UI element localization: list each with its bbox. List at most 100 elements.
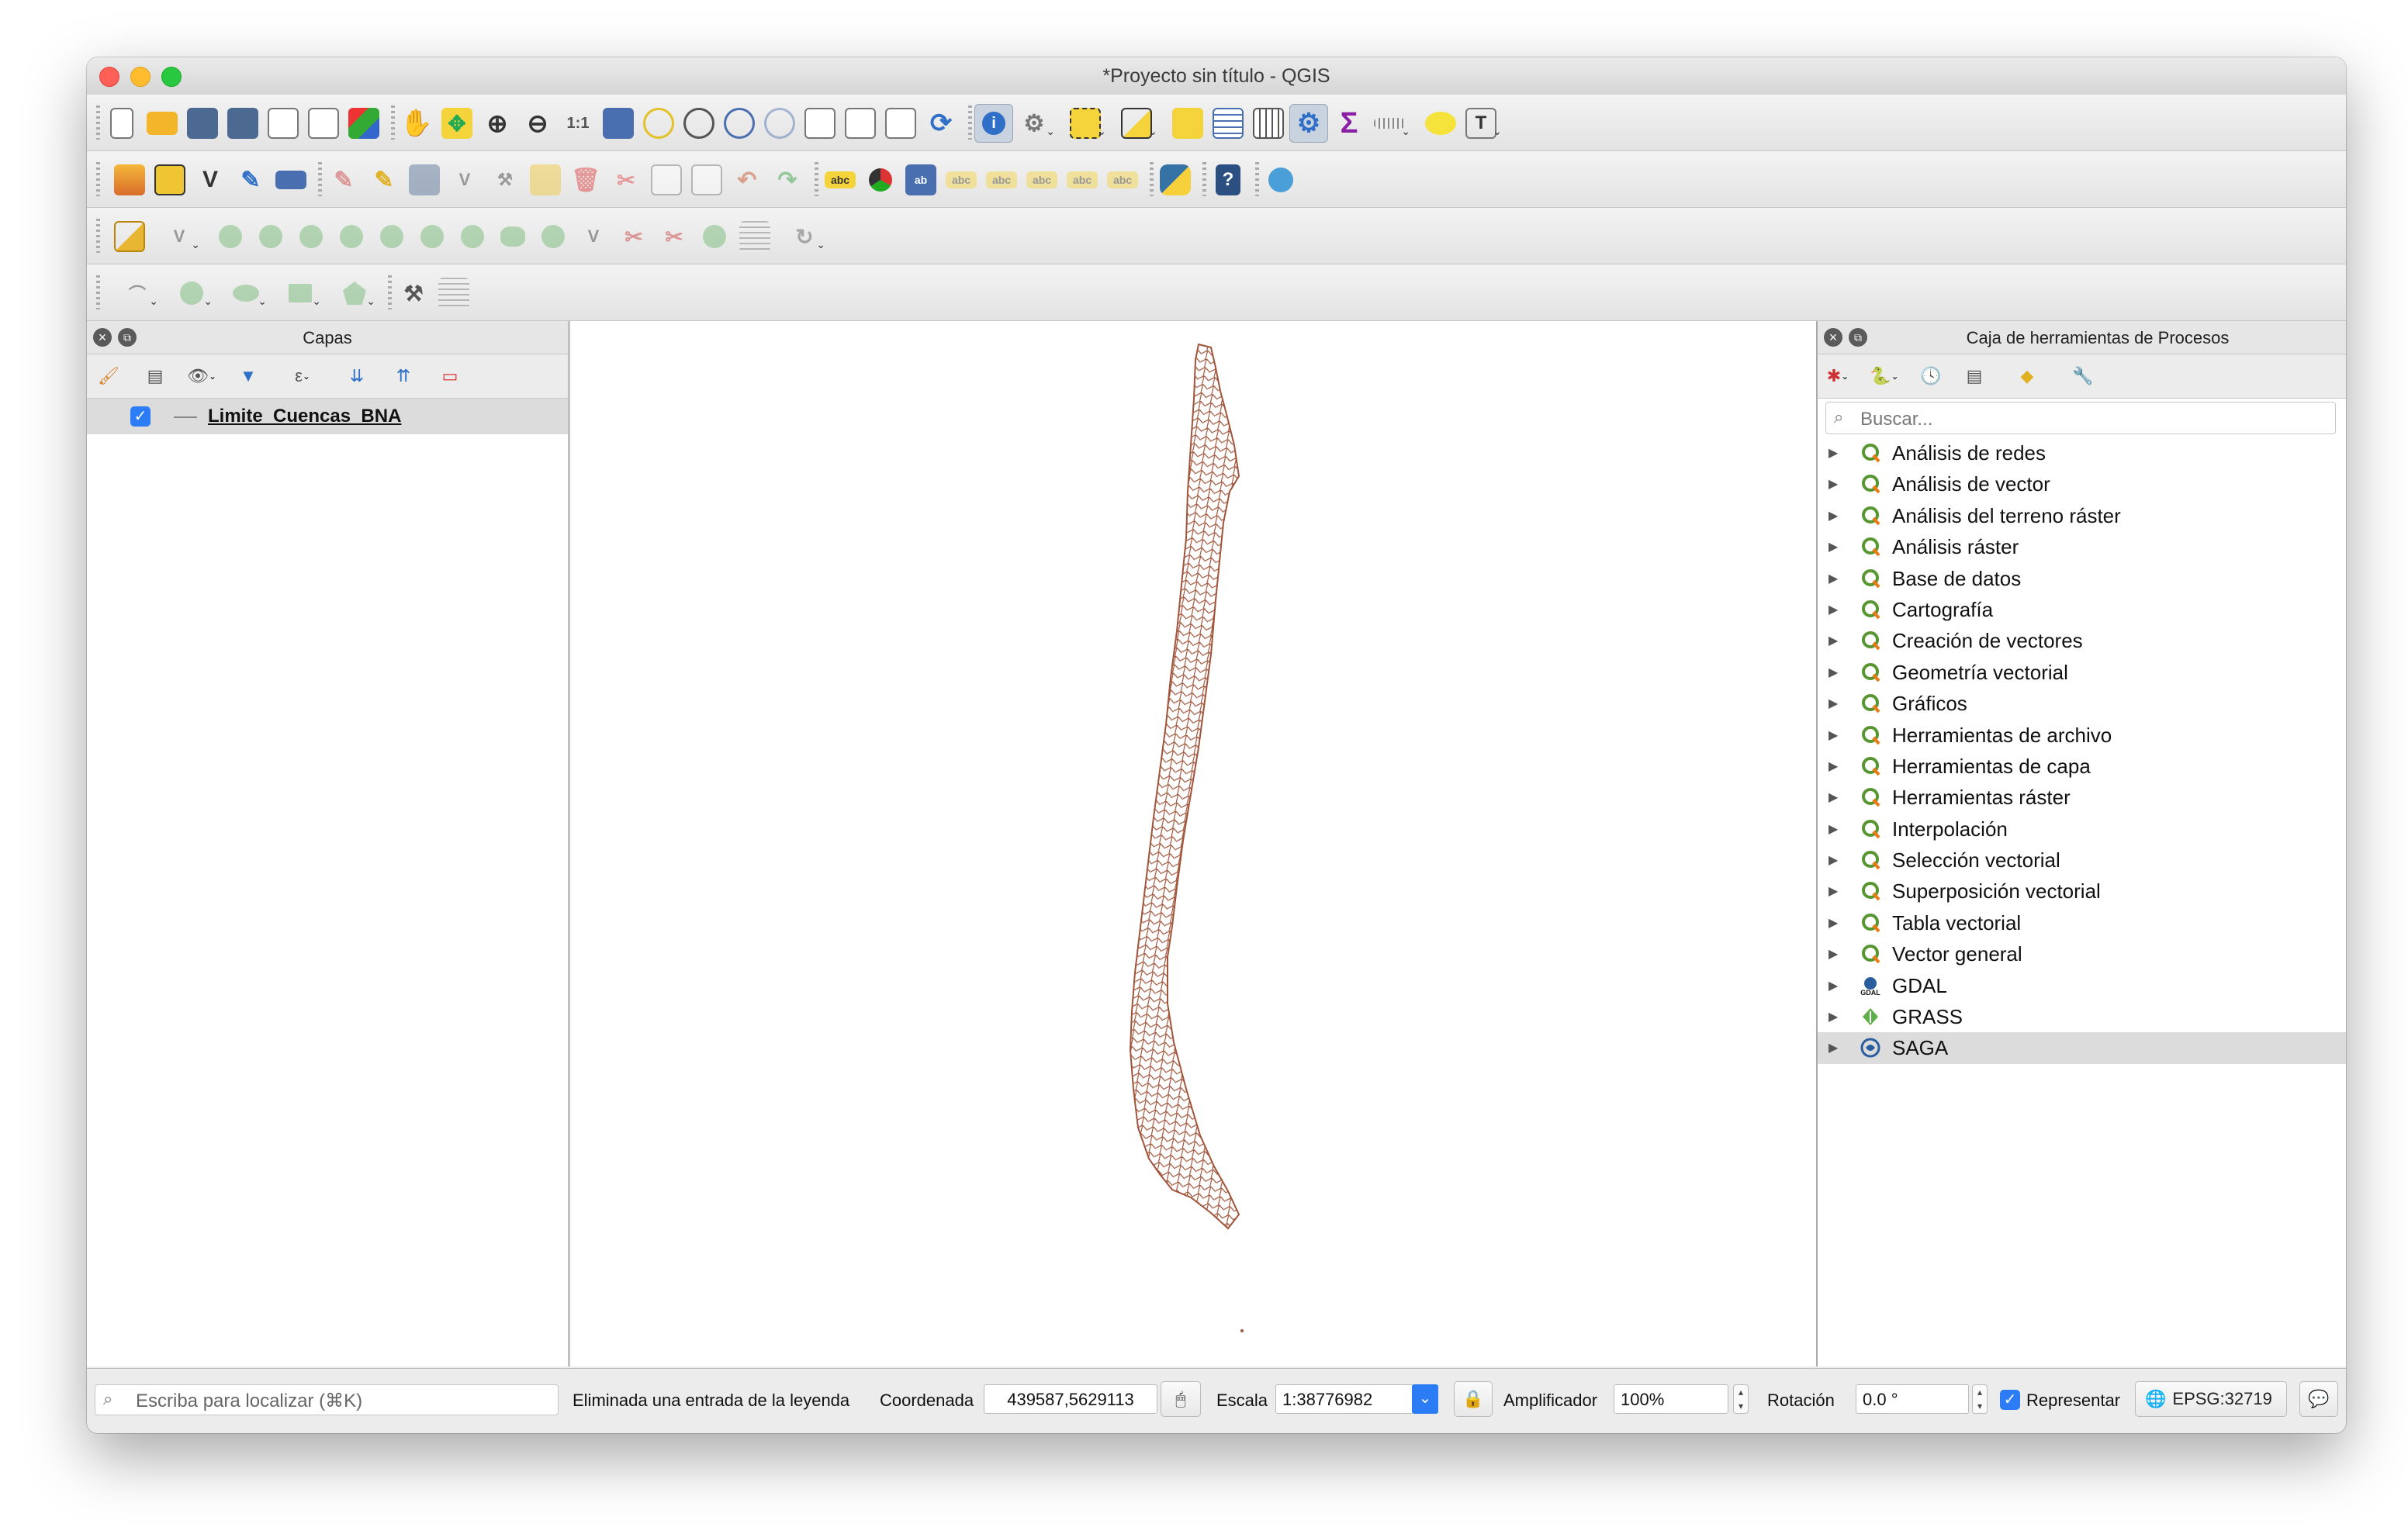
add-feature-button[interactable]: V (445, 161, 484, 199)
expand-arrow-icon[interactable]: ▶ (1828, 821, 1838, 837)
expand-arrow-icon[interactable]: ▶ (1828, 978, 1838, 993)
toolbox-group-item[interactable]: ▶ Herramientas de capa (1818, 751, 2346, 782)
pin-labels-button[interactable]: abc (942, 161, 981, 199)
rotation-spinner[interactable]: ▴ ▾ (1972, 1384, 1988, 1414)
toolbar-grip[interactable] (1150, 162, 1154, 196)
manage-visibility-icon[interactable]: 👁 ⌄ (187, 362, 216, 390)
identify-features-button[interactable]: i (974, 104, 1013, 143)
remove-layer-icon[interactable]: ▭ (436, 362, 464, 390)
current-edits-button[interactable]: ✎ (324, 161, 363, 199)
merge-features-button[interactable] (695, 217, 734, 256)
toolbox-group-item[interactable]: ▶ GDAL GDAL (1818, 970, 2346, 1001)
map-tips-button[interactable] (1421, 104, 1460, 143)
reshape-features-button[interactable] (493, 217, 532, 256)
messages-button[interactable]: 💬 (2299, 1381, 2338, 1417)
redo-button[interactable]: ↷ (768, 161, 807, 199)
text-annotation-button[interactable]: T ⌄ (1462, 104, 1502, 143)
add-circular-string-button[interactable]: ⌒ ⌄ (118, 274, 158, 313)
zoom-out-button[interactable]: ⊖ (518, 104, 557, 143)
delete-selected-button[interactable]: 🗑 (566, 161, 605, 199)
toolbox-group-item[interactable]: ▶ Análisis de vector (1818, 468, 2346, 499)
data-source-manager-button[interactable] (110, 161, 149, 199)
layer-diagram-button[interactable] (861, 161, 900, 199)
statistics-button[interactable] (1249, 104, 1288, 143)
expand-arrow-icon[interactable]: ▶ (1828, 946, 1838, 962)
toolbar-grip[interactable] (968, 105, 972, 140)
show-bookmarks-button[interactable] (881, 104, 920, 143)
layer-item[interactable]: ✓ Limite_Cuencas_BNA (87, 399, 568, 434)
lock-scale-button[interactable]: 🔒 (1454, 1381, 1493, 1417)
paste-features-button[interactable] (687, 161, 726, 199)
offset-curve-button[interactable] (534, 217, 573, 256)
toolbar-grip[interactable] (391, 105, 395, 140)
new-geopackage-layer-button[interactable] (150, 161, 189, 199)
refresh-button[interactable]: ⟳ (922, 104, 960, 143)
toolbar-grip[interactable] (1202, 162, 1206, 196)
modify-attributes-button[interactable] (526, 161, 565, 199)
new-print-layout-button[interactable] (264, 104, 303, 143)
add-virtual-layer-button[interactable] (272, 161, 310, 199)
toolbox-group-item[interactable]: ▶ Análisis ráster (1818, 531, 2346, 562)
add-regular-polygon-button[interactable]: ⌄ (335, 274, 375, 313)
toolbox-group-item[interactable]: ▶ Creación de vectores (1818, 625, 2346, 656)
edit-features-in-place-icon[interactable]: ◆ (2013, 362, 2041, 390)
zoom-in-button[interactable]: ⊕ (478, 104, 517, 143)
toolbox-group-item[interactable]: ▶ Selección vectorial (1818, 845, 2346, 876)
expand-arrow-icon[interactable]: ▶ (1828, 1009, 1838, 1024)
move-label-button[interactable]: abc (1022, 161, 1061, 199)
locator-search-input[interactable]: ⌕ Escriba para localizar (⌘K) (95, 1384, 559, 1415)
delete-ring-button[interactable] (413, 217, 452, 256)
expand-arrow-icon[interactable]: ▶ (1828, 602, 1838, 617)
zoom-next-button[interactable] (760, 104, 799, 143)
add-vector-layer-button[interactable]: V (191, 161, 230, 199)
toolbox-group-item[interactable]: ▶ Interpolación (1818, 814, 2346, 845)
measure-button[interactable]: ⌄ (1370, 104, 1410, 143)
expand-arrow-icon[interactable]: ▶ (1828, 665, 1838, 680)
expand-arrow-icon[interactable]: ▶ (1828, 508, 1838, 523)
models-icon[interactable]: ✱ ⌄ (1824, 362, 1852, 390)
open-styling-panel-icon[interactable]: 🖌 (95, 362, 123, 390)
simplify-feature-button[interactable] (251, 217, 290, 256)
new-project-button[interactable] (102, 104, 141, 143)
history-icon[interactable]: 🕓 (1917, 362, 1945, 390)
toolbox-group-item[interactable]: ▶ Tabla vectorial (1818, 907, 2346, 938)
select-features-button[interactable]: ⌄ (1066, 104, 1106, 143)
vertex-tool-all-layers-button[interactable]: V ⌄ (160, 217, 200, 256)
undo-button[interactable]: ↶ (728, 161, 766, 199)
expand-arrow-icon[interactable]: ▶ (1828, 696, 1838, 711)
new-bookmark-button[interactable] (841, 104, 880, 143)
split-parts-button[interactable]: ✂ (655, 217, 694, 256)
toolbox-group-item[interactable]: ▶ Análisis del terreno ráster (1818, 500, 2346, 531)
save-as-button[interactable] (223, 104, 262, 143)
help-button[interactable]: ? (1209, 161, 1247, 199)
expand-arrow-icon[interactable]: ▶ (1828, 915, 1838, 931)
toolbox-group-item[interactable]: ▶ SAGA (1818, 1032, 2346, 1064)
toolbox-group-item[interactable]: ▶ Herramientas de archivo (1818, 720, 2346, 751)
pan-to-selection-button[interactable]: ✥ (438, 104, 476, 143)
add-ring-button[interactable] (292, 217, 330, 256)
change-label-button[interactable]: abc (1103, 161, 1142, 199)
add-group-icon[interactable]: ▤ (141, 362, 169, 390)
toolbar-grip[interactable] (388, 275, 392, 309)
copy-features-button[interactable] (647, 161, 686, 199)
layout-manager-button[interactable] (304, 104, 343, 143)
reverse-line-button[interactable]: V (574, 217, 613, 256)
coordinate-field[interactable]: 439587,5629113 (984, 1384, 1157, 1414)
magnifier-spinner[interactable]: ▴ ▾ (1733, 1384, 1749, 1414)
toolbox-group-item[interactable]: ▶ GRASS (1818, 1001, 2346, 1032)
show-hide-labels-button[interactable]: abc (982, 161, 1021, 199)
render-checkbox[interactable]: ✓ (2000, 1390, 2020, 1410)
python-console-button[interactable] (1156, 161, 1195, 199)
rotation-field[interactable]: 0.0 ° (1856, 1384, 1969, 1414)
results-viewer-icon[interactable]: ▤ (1960, 362, 1988, 390)
expand-arrow-icon[interactable]: ▶ (1828, 539, 1838, 555)
processing-toolbox-button[interactable]: ⚙ (1289, 104, 1328, 143)
toolbox-group-item[interactable]: ▶ Análisis de redes (1818, 437, 2346, 468)
zoom-last-button[interactable] (720, 104, 759, 143)
expand-arrow-icon[interactable]: ▶ (1828, 445, 1838, 461)
rotate-point-symbols-button[interactable]: ↻ ⌄ (785, 217, 825, 256)
open-attribute-table-button[interactable] (1209, 104, 1247, 143)
save-project-button[interactable] (183, 104, 222, 143)
scale-field[interactable]: 1:38776982 (1275, 1384, 1413, 1414)
results-viewer-button[interactable] (434, 274, 473, 313)
